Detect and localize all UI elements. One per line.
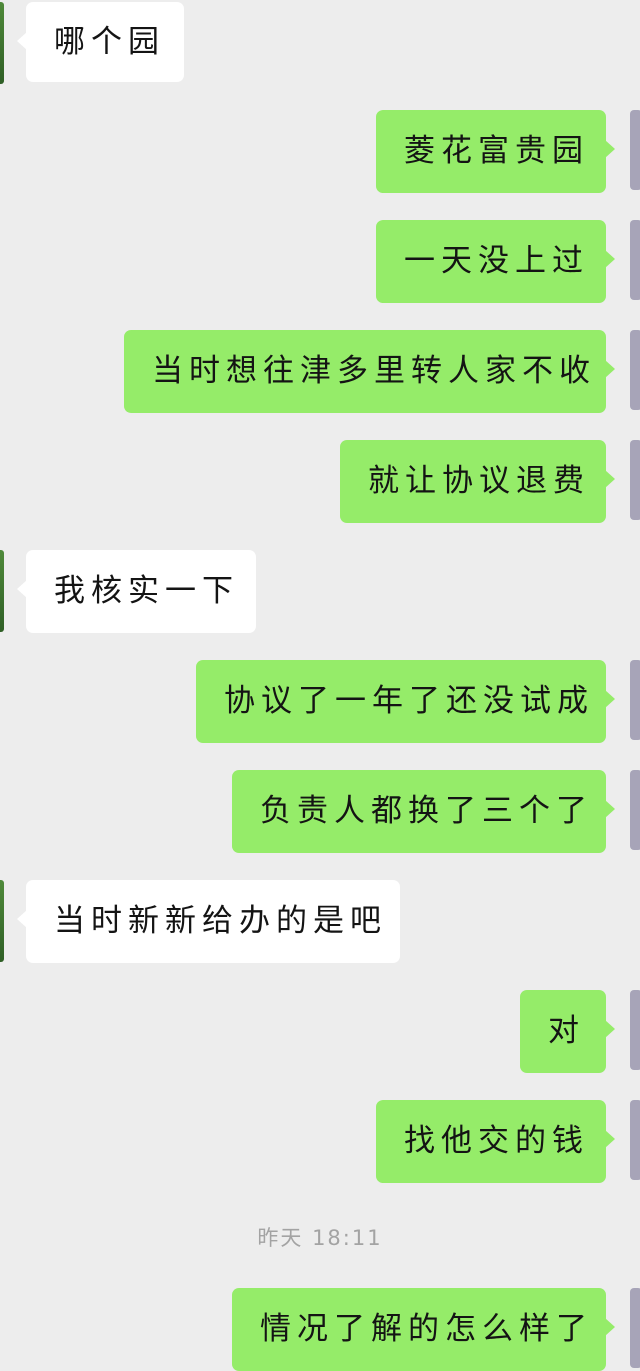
message-text: 对 [548, 1013, 585, 1049]
message-text: 我核实一下 [54, 573, 239, 609]
user-avatar[interactable] [630, 770, 640, 850]
message-text: 找他交的钱 [404, 1123, 589, 1159]
message-text: 菱花富贵园 [404, 133, 589, 169]
timestamp: 昨天 18:11 [257, 1226, 383, 1250]
user-avatar[interactable] [630, 1100, 640, 1180]
message-bubble-outgoing[interactable]: 当时想往津多里转人家不收 [124, 330, 615, 413]
user-avatar[interactable] [630, 440, 640, 520]
user-avatar[interactable] [630, 220, 640, 300]
user-avatar[interactable] [630, 660, 640, 740]
message-text: 当时新新给办的是吧 [54, 903, 387, 939]
message-bubble-outgoing[interactable]: 菱花富贵园 [376, 110, 615, 193]
message-text: 一天没上过 [404, 243, 589, 279]
chat-view: 哪个园 菱花富贵园 一天没上过 当时想往津多里转人家不收 就让协议退费 我核实一… [0, 0, 640, 1371]
message-bubble-outgoing[interactable]: 协议了一年了还没试成 [196, 660, 615, 743]
message-text: 协议了一年了还没试成 [224, 683, 594, 719]
message-text: 情况了解的怎么样了 [260, 1311, 593, 1347]
user-avatar[interactable] [630, 330, 640, 410]
contact-avatar[interactable] [0, 550, 4, 632]
message-bubble-incoming[interactable]: 当时新新给办的是吧 [17, 880, 400, 963]
message-bubble-outgoing[interactable]: 情况了解的怎么样了 [232, 1288, 615, 1371]
user-avatar[interactable] [630, 1288, 640, 1368]
message-bubble-outgoing[interactable]: 负责人都换了三个了 [232, 770, 615, 853]
message-bubble-incoming[interactable]: 我核实一下 [17, 550, 256, 633]
message-text: 就让协议退费 [368, 463, 590, 499]
contact-avatar[interactable] [0, 2, 4, 84]
message-bubble-outgoing[interactable]: 找他交的钱 [376, 1100, 615, 1183]
contact-avatar[interactable] [0, 880, 4, 962]
message-text: 当时想往津多里转人家不收 [152, 353, 596, 389]
user-avatar[interactable] [630, 990, 640, 1070]
message-bubble-outgoing[interactable]: 就让协议退费 [340, 440, 615, 523]
message-bubble-outgoing[interactable]: 对 [520, 990, 615, 1073]
message-text: 负责人都换了三个了 [260, 793, 593, 829]
user-avatar[interactable] [630, 110, 640, 190]
message-text: 哪个园 [54, 23, 165, 60]
message-bubble-incoming[interactable]: 哪个园 [17, 2, 184, 82]
message-bubble-outgoing[interactable]: 一天没上过 [376, 220, 615, 303]
